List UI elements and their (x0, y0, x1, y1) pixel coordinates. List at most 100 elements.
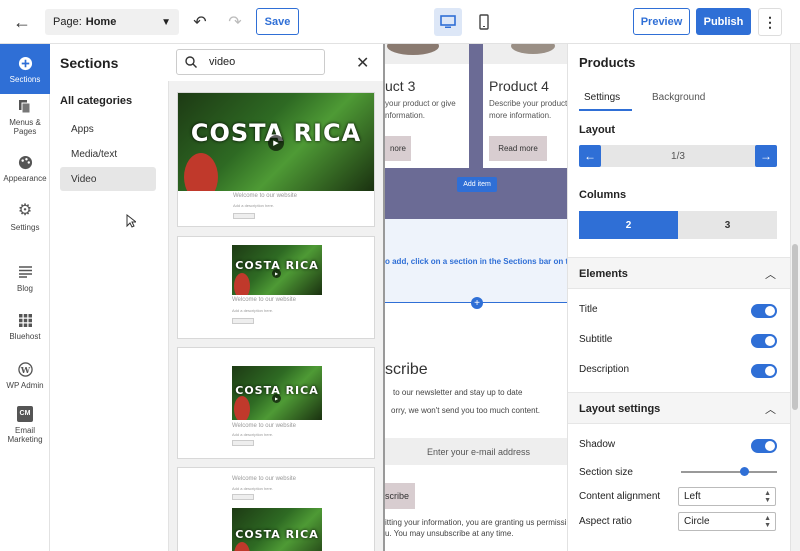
add-section-plus-icon[interactable]: + (471, 297, 483, 309)
preview-button[interactable]: Preview (633, 8, 690, 35)
elements-section-header[interactable]: Elements ︿ (568, 257, 790, 289)
product-card[interactable]: Product 4 Describe your product or give … (483, 44, 567, 168)
subscribe-title: scribe (385, 361, 428, 378)
description-toggle[interactable] (751, 364, 777, 378)
read-more-button[interactable]: Read more (489, 136, 547, 161)
back-arrow-icon[interactable]: ← (8, 8, 36, 36)
mobile-icon (479, 14, 489, 30)
panel-title: Products (579, 55, 636, 70)
video-thumbnail: COSTA RICA (232, 508, 322, 551)
email-input[interactable]: Enter your e-mail address (385, 438, 567, 465)
video-thumbnail: COSTA RICA ▶ (232, 366, 322, 420)
content-alignment-select[interactable]: Left ▲ ▼ (678, 487, 776, 506)
nav-label: Appearance (3, 174, 47, 183)
section-template-card[interactable]: COSTA RICA ▶ Welcome to our website Add … (177, 347, 375, 459)
nav-item-email-marketing[interactable]: CM Email Marketing (0, 406, 50, 452)
chevron-down-icon: ▼ (161, 16, 171, 28)
section-search-input[interactable]: video (176, 49, 325, 75)
palette-icon (17, 154, 33, 170)
properties-panel: Products Settings Background Layout ← 1/… (567, 44, 790, 551)
chevron-up-icon: ︿ (765, 269, 776, 281)
video-thumbnail: COSTA RICA ▶ (178, 93, 374, 191)
add-item-button[interactable]: Add item (457, 177, 497, 192)
plus-circle-icon (17, 55, 33, 71)
nav-label: Email Marketing (7, 426, 43, 445)
nav-item-bluehost[interactable]: Bluehost (0, 312, 50, 348)
nav-label: Menus & Pages (9, 118, 41, 137)
category-video[interactable]: Video (60, 167, 156, 191)
play-icon: ▶ (272, 269, 281, 278)
top-toolbar: ← Page: Home ▼ ↶ ↷ Save Preview Publish … (0, 0, 800, 44)
scrollbar-thumb[interactable] (792, 244, 798, 410)
products-section[interactable]: uct 3 your product or give nformation. n… (385, 44, 567, 219)
pages-icon (17, 98, 33, 114)
search-icon (185, 56, 197, 68)
more-options-icon[interactable]: ⋮ (758, 8, 782, 36)
legal-line-2: u. You may unsubscribe at any time. (385, 529, 514, 538)
section-template-card[interactable]: COSTA RICA ▶ Welcome to our website Add … (177, 236, 375, 339)
shadow-label: Shadow (579, 439, 616, 450)
layout-settings-section-header[interactable]: Layout settings ︿ (568, 392, 790, 424)
nav-item-appearance[interactable]: Appearance (0, 154, 50, 190)
desktop-view-button[interactable] (434, 8, 462, 36)
section-size-slider[interactable] (681, 471, 777, 473)
subscribe-button[interactable]: scribe (385, 483, 415, 509)
section-size-slider-handle[interactable] (739, 467, 749, 476)
nav-item-sections[interactable]: Sections (0, 44, 50, 94)
nav-label: Sections (9, 75, 41, 84)
section-drop-zone[interactable]: o add, click on a section in the Section… (385, 219, 567, 303)
page-selector[interactable]: Page: Home ▼ (45, 9, 179, 35)
content-alignment-value: Left (684, 491, 701, 502)
desktop-icon (440, 15, 456, 28)
toggle-label-subtitle: Subtitle (579, 334, 613, 345)
nav-label: Settings (10, 223, 40, 232)
card-small-text: Add a description here. (232, 308, 274, 313)
save-button[interactable]: Save (256, 8, 299, 35)
columns-option-2[interactable]: 2 (579, 211, 678, 239)
nav-item-blog[interactable]: Blog (0, 264, 50, 300)
layout-label: Layout (579, 124, 616, 136)
read-more-button[interactable]: nore (385, 136, 411, 161)
arrow-left-icon[interactable]: ← (579, 145, 601, 167)
product-desc-2: nformation. (385, 111, 426, 120)
page-selector-value: Home (85, 16, 117, 28)
section-template-card[interactable]: Welcome to our website Add a description… (177, 467, 375, 551)
tab-settings[interactable]: Settings (584, 92, 620, 103)
card-text: Welcome to our website (232, 297, 296, 303)
layout-pager: ← 1/3 → (579, 145, 777, 167)
toggle-label-description: Description (579, 364, 630, 375)
columns-selector: 2 3 (579, 211, 777, 239)
shadow-toggle[interactable] (751, 439, 777, 453)
layout-settings-header-text: Layout settings (579, 403, 661, 415)
legal-line-1: itting your information, you are grantin… (385, 518, 567, 527)
publish-button[interactable]: Publish (696, 8, 751, 35)
columns-label: Columns (579, 189, 627, 201)
blog-icon (17, 264, 33, 280)
tab-background[interactable]: Background (652, 92, 705, 103)
drop-zone-hint: o add, click on a section in the Section… (385, 257, 567, 266)
left-navigation: Sections Menus & Pages Appearance ⚙ Sett… (0, 44, 50, 551)
nav-item-settings[interactable]: ⚙ Settings (0, 202, 50, 239)
nav-item-wp-admin[interactable]: W WP Admin (0, 361, 50, 397)
aspect-ratio-select[interactable]: Circle ▲ ▼ (678, 512, 776, 531)
columns-option-3[interactable]: 3 (678, 211, 777, 239)
play-icon: ▶ (272, 394, 281, 403)
product-desc-2: more information. (489, 111, 552, 120)
redo-icon[interactable]: ↷ (223, 8, 247, 36)
nav-label: WP Admin (6, 381, 44, 390)
close-icon[interactable]: ✕ (356, 53, 369, 73)
subtitle-toggle[interactable] (751, 334, 777, 348)
aspect-ratio-value: Circle (684, 516, 710, 527)
category-apps[interactable]: Apps (60, 117, 156, 141)
wordpress-icon: W (17, 361, 33, 377)
section-template-card[interactable]: COSTA RICA ▶ Welcome to our website Add … (177, 92, 375, 227)
product-card[interactable]: uct 3 your product or give nformation. n… (385, 44, 469, 168)
title-toggle[interactable] (751, 304, 777, 318)
toggle-label-title: Title (579, 304, 598, 315)
arrow-right-icon[interactable]: → (755, 145, 777, 167)
category-media-text[interactable]: Media/text (60, 142, 156, 166)
mobile-view-button[interactable] (470, 8, 498, 36)
nav-item-menus-pages[interactable]: Menus & Pages (0, 98, 50, 142)
section-size-label: Section size (579, 467, 633, 478)
undo-icon[interactable]: ↶ (188, 8, 212, 36)
